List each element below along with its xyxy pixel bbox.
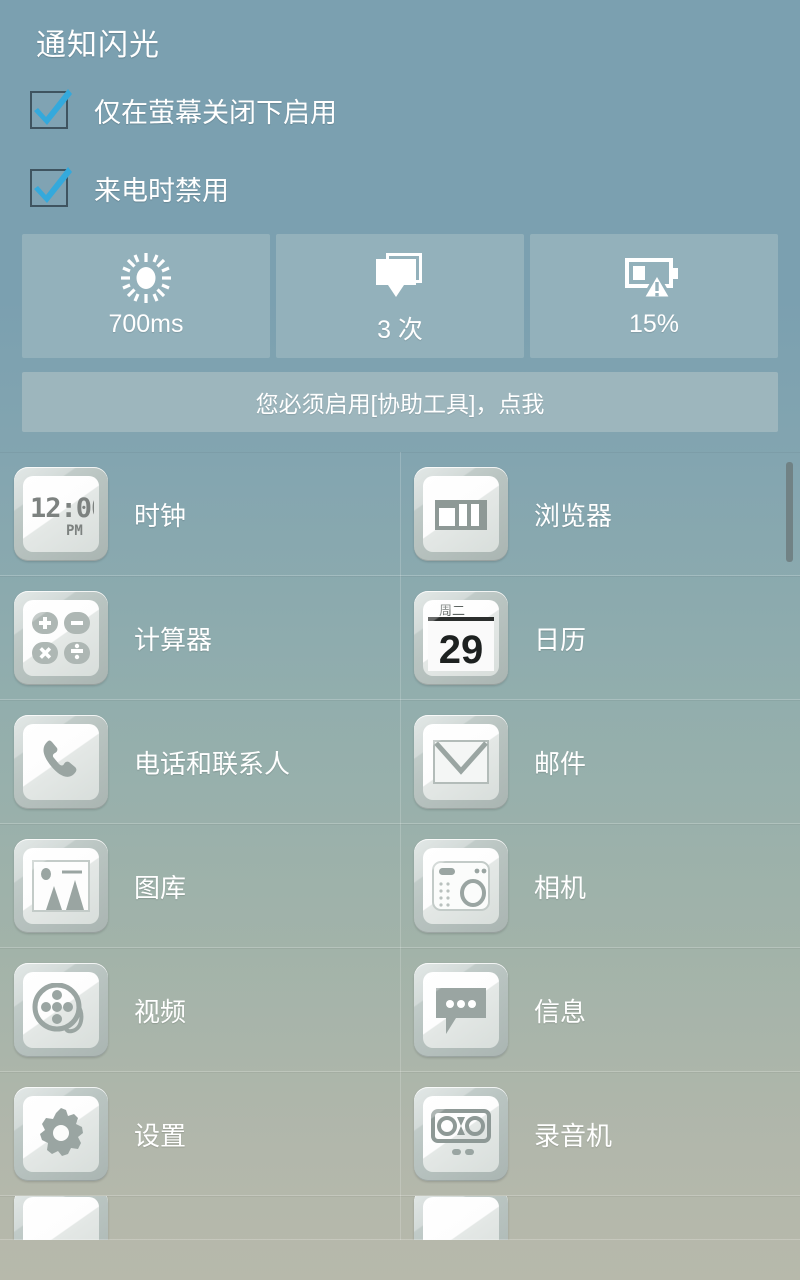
list-item-partial-left[interactable]: [0, 1196, 400, 1240]
list-item-label: 计算器: [134, 624, 213, 655]
calendar-icon: 周二 29: [414, 591, 508, 685]
list-item-calculator[interactable]: 计算器: [0, 576, 400, 700]
notification-stack-icon: [372, 250, 428, 306]
mail-icon: [414, 715, 508, 809]
stat-value: 15%: [628, 310, 680, 338]
list-item-mail[interactable]: 邮件: [400, 700, 800, 824]
svg-text:29: 29: [439, 628, 484, 672]
app-icon-partial: [414, 1196, 508, 1240]
stat-value: 700ms: [108, 310, 184, 338]
option-label: 仅在萤幕关闭下启用: [94, 97, 337, 128]
app-icon-partial: [14, 1196, 108, 1240]
table-row: 12:00 PM 时钟 浏览器: [0, 452, 800, 576]
list-item-label: 邮件: [534, 748, 587, 779]
list-item-label: 浏览器: [534, 500, 613, 531]
list-item-label: 信息: [534, 996, 587, 1027]
option-row-screen-off[interactable]: 仅在萤幕关闭下启用: [30, 88, 337, 132]
table-row: 视频 信息: [0, 948, 800, 1072]
stats-row: 700ms 3 次 15%: [22, 234, 778, 358]
notice-text: 您必须启用[协助工具]，点我: [255, 391, 545, 417]
scrollbar-track[interactable]: [786, 458, 793, 1278]
accessibility-notice-button[interactable]: 您必须启用[协助工具]，点我: [22, 372, 778, 432]
battery-warning-icon: [625, 250, 683, 306]
stat-flash-count[interactable]: 3 次: [276, 234, 524, 358]
stat-value: 3 次: [377, 316, 423, 344]
svg-text:12:00: 12:00: [30, 493, 94, 524]
list-item-browser[interactable]: 浏览器: [400, 452, 800, 576]
list-item-calendar[interactable]: 周二 29 日历: [400, 576, 800, 700]
list-item-label: 图库: [134, 872, 187, 903]
checkbox-checked-icon[interactable]: [30, 89, 72, 129]
list-item-messages[interactable]: 信息: [400, 948, 800, 1072]
list-item-label: 录音机: [534, 1120, 613, 1151]
video-reel-icon: [14, 963, 108, 1057]
list-item-phone-contacts[interactable]: 电话和联系人: [0, 700, 400, 824]
list-item-label: 设置: [134, 1120, 187, 1151]
list-item-label: 视频: [134, 996, 187, 1027]
gear-icon: [14, 1087, 108, 1181]
list-item-partial-right[interactable]: [400, 1196, 800, 1240]
table-row: 电话和联系人 邮件: [0, 700, 800, 824]
settings-panel: 通知闪光 仅在萤幕关闭下启用 来电时禁用 700ms 3 次 15% 您必须启用…: [0, 0, 800, 452]
table-row: 设置 录音机: [0, 1072, 800, 1196]
list-item-label: 日历: [534, 624, 587, 655]
sun-brightness-icon: [119, 250, 173, 306]
recorder-icon: [414, 1087, 508, 1181]
list-item-label: 电话和联系人: [134, 748, 291, 779]
gallery-icon: [14, 839, 108, 933]
list-item-gallery[interactable]: 图库: [0, 824, 400, 948]
table-row: [0, 1196, 800, 1240]
calculator-icon: [14, 591, 108, 685]
option-row-disable-on-call[interactable]: 来电时禁用: [30, 166, 229, 210]
list-item-recorder[interactable]: 录音机: [400, 1072, 800, 1196]
list-item-video[interactable]: 视频: [0, 948, 400, 1072]
stat-battery-threshold[interactable]: 15%: [530, 234, 778, 358]
scrollbar-thumb[interactable]: [786, 462, 793, 562]
option-label: 来电时禁用: [94, 175, 229, 206]
stat-flash-duration[interactable]: 700ms: [22, 234, 270, 358]
camera-icon: [414, 839, 508, 933]
svg-text:PM: PM: [66, 523, 83, 539]
svg-text:周二: 周二: [439, 603, 465, 618]
page-title: 通知闪光: [36, 29, 160, 62]
list-item-settings[interactable]: 设置: [0, 1072, 400, 1196]
list-item-label: 相机: [534, 872, 587, 903]
app-list[interactable]: 12:00 PM 时钟 浏览器: [0, 452, 800, 1280]
list-item-clock[interactable]: 12:00 PM 时钟: [0, 452, 400, 576]
phone-icon: [14, 715, 108, 809]
list-item-label: 时钟: [134, 500, 187, 531]
message-bubble-icon: [414, 963, 508, 1057]
table-row: 计算器 周二 29 日历: [0, 576, 800, 700]
list-item-camera[interactable]: 相机: [400, 824, 800, 948]
checkbox-checked-icon[interactable]: [30, 167, 72, 207]
table-row: 图库 相机: [0, 824, 800, 948]
clock-icon: 12:00 PM: [14, 467, 108, 561]
browser-icon: [414, 467, 508, 561]
